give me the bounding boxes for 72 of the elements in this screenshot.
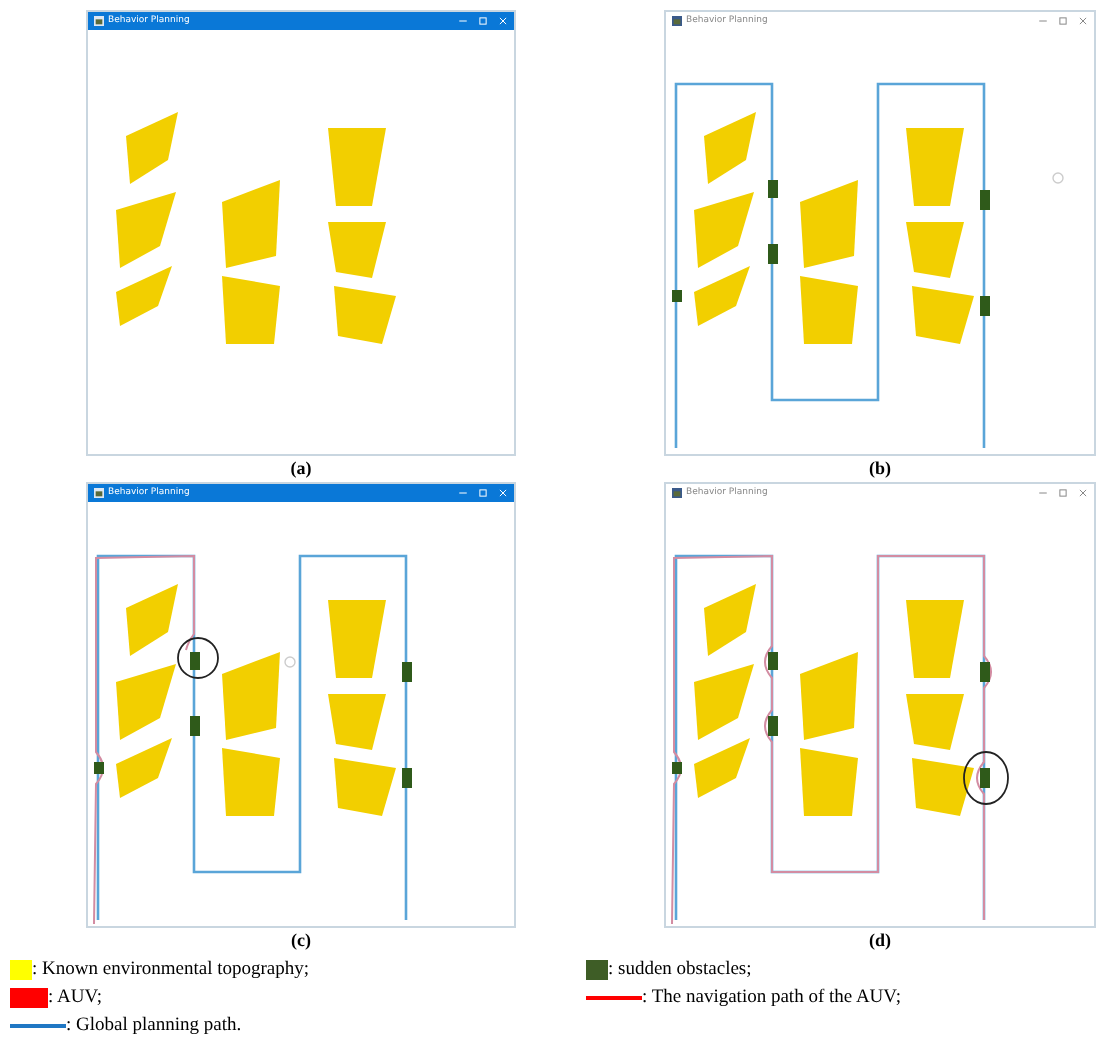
terrain-shape: [116, 664, 176, 740]
terrain-shape: [906, 128, 964, 206]
maximize-icon[interactable]: [1058, 488, 1068, 498]
obstacle: [768, 652, 778, 670]
obstacle: [672, 762, 682, 774]
legend-label: : sudden obstacles;: [608, 958, 752, 982]
legend-label: : The navigation path of the AUV;: [642, 986, 901, 1010]
waypoint-marker: [1052, 172, 1064, 184]
terrain-shape: [694, 664, 754, 740]
terrain-shape: [126, 112, 178, 184]
terrain-shape: [704, 112, 756, 184]
obstacle: [402, 768, 412, 788]
terrain-shape: [116, 738, 172, 798]
terrain-shape: [906, 694, 964, 750]
terrain-shape: [912, 758, 974, 816]
terrain-shape: [126, 584, 178, 656]
minimize-icon[interactable]: [1038, 16, 1048, 26]
terrain-shape: [328, 128, 386, 206]
obstacle: [980, 768, 990, 788]
figure-caption: (d): [869, 928, 891, 954]
maximize-icon[interactable]: [1058, 16, 1068, 26]
terrain-shape: [328, 694, 386, 750]
terrain-shape: [800, 180, 858, 268]
terrain-shape: [334, 286, 396, 344]
terrain-shape: [800, 276, 858, 344]
obstacle: [768, 180, 778, 198]
app-icon: [94, 16, 104, 26]
app-icon: [94, 488, 104, 498]
highlight-circle: [177, 637, 219, 679]
obstacle: [768, 716, 778, 736]
highlight-circle: [963, 751, 1009, 805]
figure-caption: (c): [291, 928, 311, 954]
legend-label: : Known environmental topography;: [32, 958, 310, 982]
terrain-shape: [222, 180, 280, 268]
legend-label: : AUV;: [48, 986, 103, 1010]
minimize-icon[interactable]: [1038, 488, 1048, 498]
close-icon[interactable]: [1078, 16, 1088, 26]
terrain-shape: [912, 286, 974, 344]
minimize-icon[interactable]: [458, 488, 468, 498]
terrain-shape: [328, 600, 386, 678]
terrain-shape: [222, 748, 280, 816]
minimize-icon[interactable]: [458, 16, 468, 26]
app-icon: [672, 16, 682, 26]
terrain-shape: [116, 192, 176, 268]
figure-caption: (a): [290, 456, 312, 482]
obstacle: [402, 662, 412, 682]
obstacle: [980, 190, 990, 210]
obstacle: [768, 244, 778, 264]
legend-label: : Global planning path.: [66, 1014, 242, 1038]
obstacle: [190, 716, 200, 736]
waypoint-marker: [284, 656, 296, 668]
obstacle: [980, 662, 990, 682]
obstacle: [980, 296, 990, 316]
obstacle: [94, 762, 104, 774]
terrain-shape: [704, 584, 756, 656]
terrain-shape: [800, 748, 858, 816]
app-icon: [672, 488, 682, 498]
terrain-shape: [906, 222, 964, 278]
terrain-shape: [116, 266, 172, 326]
close-icon[interactable]: [1078, 488, 1088, 498]
terrain-shape: [694, 738, 750, 798]
terrain-shape: [222, 652, 280, 740]
obstacle: [190, 652, 200, 670]
terrain-shape: [334, 758, 396, 816]
terrain-shape: [694, 192, 754, 268]
terrain-shape: [222, 276, 280, 344]
terrain-shape: [800, 652, 858, 740]
obstacle: [672, 290, 682, 302]
terrain-shape: [906, 600, 964, 678]
terrain-shape: [328, 222, 386, 278]
terrain-shape: [694, 266, 750, 326]
figure-caption: (b): [869, 456, 891, 482]
